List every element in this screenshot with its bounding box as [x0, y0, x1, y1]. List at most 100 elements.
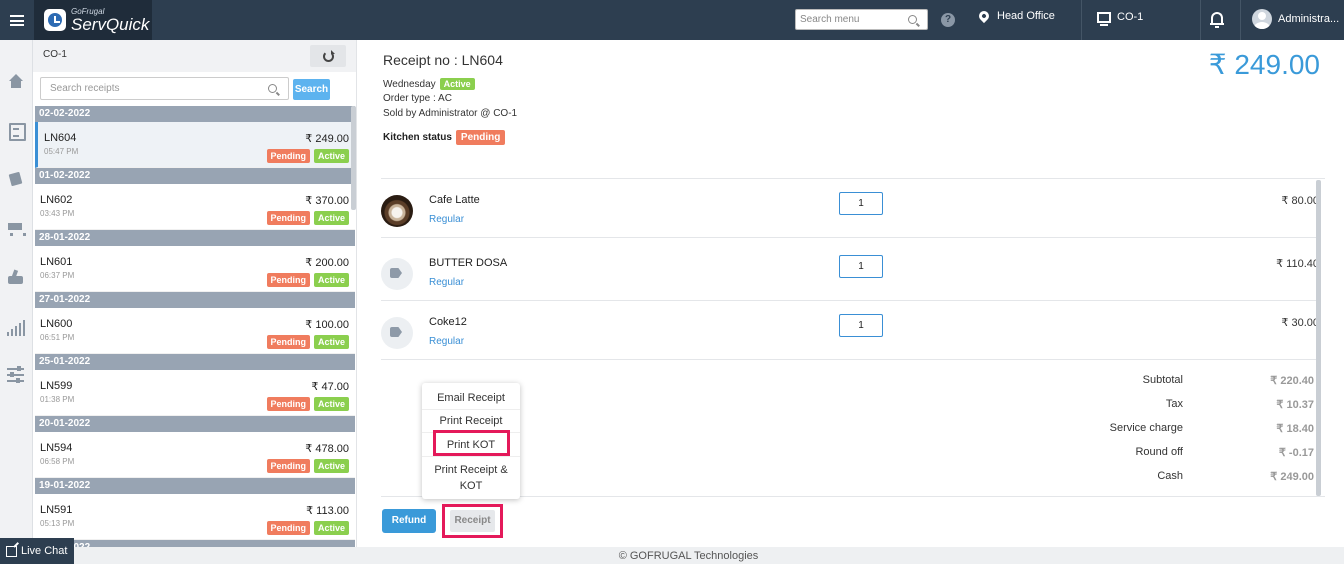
receipt-amount: ₹ 47.00 — [311, 381, 349, 393]
kitchen-status-badge: Pending — [266, 149, 310, 163]
menu-icon[interactable] — [0, 0, 33, 40]
receipt-detail: Receipt no : LN604 Wednesday Active Order… — [357, 40, 1344, 547]
item-variant[interactable]: Regular — [429, 214, 464, 225]
quantity-field[interactable]: 1 — [839, 255, 883, 278]
help-icon[interactable]: ? — [941, 13, 955, 27]
external-link-icon — [6, 545, 17, 557]
date-header: 20-01-2022 — [35, 416, 355, 432]
status-badge: Active — [313, 335, 349, 349]
sliders-icon[interactable] — [7, 366, 25, 384]
live-chat-label: Live Chat — [21, 545, 68, 557]
list-item[interactable]: LN599 01:38 PM ₹ 47.00 Pending Active — [35, 370, 355, 416]
receipt-search-input[interactable] — [41, 83, 266, 94]
search-icon[interactable] — [268, 84, 277, 93]
refund-button[interactable]: Refund — [382, 509, 436, 533]
item-variant[interactable]: Regular — [429, 277, 464, 288]
receipt-search-box[interactable] — [40, 77, 289, 100]
receipt-time: 05:13 PM — [40, 519, 75, 528]
search-menu-input[interactable] — [796, 14, 906, 25]
counter-selector[interactable]: CO-1 — [1097, 11, 1144, 26]
receipt-number: LN601 — [40, 256, 73, 268]
kitchen-status-badge: Pending — [266, 521, 310, 535]
receipts-panel: CO-1 Search 02-02-2022 LN604 05:47 PM ₹ … — [33, 40, 357, 547]
receipt-day-line: Wednesday Active — [383, 78, 475, 90]
date-header: 27-01-2022 — [35, 292, 355, 308]
status-badge: Active — [439, 78, 475, 90]
item-variant[interactable]: Regular — [429, 336, 464, 347]
line-item: Cafe Latte Regular 1 ₹ 80.00 — [381, 179, 1319, 238]
list-item[interactable]: LN602 03:43 PM ₹ 370.00 Pending Active — [35, 184, 355, 230]
email-receipt-option[interactable]: Email Receipt — [422, 392, 520, 404]
line-item: BUTTER DOSA Regular 1 ₹ 110.40 — [381, 242, 1319, 301]
date-header: 19-01-2022 — [35, 478, 355, 494]
summary-label: Round off — [1135, 446, 1183, 458]
print-kot-highlight — [433, 430, 510, 456]
item-price: ₹ 30.00 — [1281, 317, 1319, 329]
refresh-button[interactable] — [310, 45, 346, 67]
kitchen-status-badge: Pending — [455, 130, 506, 145]
receipt-total: ₹ 249.00 — [1208, 49, 1320, 80]
brand-name: ServQuick — [71, 14, 150, 34]
status-badge: Active — [313, 397, 349, 411]
list-scrollbar[interactable] — [351, 106, 356, 210]
receipt-time: 06:58 PM — [40, 457, 75, 466]
summary-value: ₹ 10.37 — [1276, 399, 1314, 411]
summary-label: Service charge — [1109, 422, 1183, 434]
counter-name: CO-1 — [1117, 11, 1144, 23]
receipt-time: 06:51 PM — [40, 333, 75, 342]
status-badge: Active — [313, 459, 349, 473]
bar-chart-icon[interactable] — [7, 318, 25, 336]
list-item[interactable]: LN591 05:13 PM ₹ 113.00 Pending Active — [35, 494, 355, 540]
receipt-number: LN591 — [40, 504, 73, 516]
kitchen-status-label: Kitchen status — [383, 132, 452, 143]
cart-icon[interactable] — [7, 220, 26, 238]
receipt-number: LN599 — [40, 380, 73, 392]
shopping-bag-icon[interactable] — [7, 170, 25, 188]
receipt-search-button[interactable]: Search — [293, 79, 330, 100]
order-type: Order type : AC — [383, 93, 452, 104]
home-icon[interactable] — [7, 74, 25, 92]
receipt-amount: ₹ 100.00 — [305, 319, 349, 331]
receipt-options-menu: Email Receipt Print Receipt Print KOT Pr… — [422, 383, 520, 499]
list-item[interactable]: LN600 06:51 PM ₹ 100.00 Pending Active — [35, 308, 355, 354]
user-menu[interactable]: Administra... — [1252, 9, 1339, 29]
hand-icon[interactable] — [7, 268, 25, 286]
location-selector[interactable]: Head Office — [976, 8, 1055, 24]
sold-by: Sold by Administrator @ CO-1 — [383, 108, 518, 119]
kitchen-status-badge: Pending — [266, 273, 310, 287]
brand-logo[interactable]: GoFrugal ServQuick — [34, 0, 152, 40]
list-item[interactable]: LN594 06:58 PM ₹ 478.00 Pending Active — [35, 432, 355, 478]
print-receipt-option[interactable]: Print Receipt — [422, 415, 520, 427]
notification-bell-icon[interactable] — [1210, 12, 1224, 28]
summary-value: ₹ 249.00 — [1270, 471, 1314, 483]
user-name: Administra... — [1278, 13, 1340, 25]
status-badge: Active — [313, 273, 349, 287]
quantity-field[interactable]: 1 — [839, 314, 883, 337]
detail-scrollbar[interactable] — [1316, 180, 1321, 496]
quantity-field[interactable]: 1 — [839, 192, 883, 215]
kitchen-status-badge: Pending — [266, 397, 310, 411]
summary-label: Subtotal — [1142, 374, 1183, 386]
receipt-time: 01:38 PM — [40, 395, 75, 404]
receipt-icon[interactable] — [7, 122, 26, 141]
panel-counter-name: CO-1 — [43, 49, 67, 60]
receipt-list: 02-02-2022 LN604 05:47 PM ₹ 249.00 Pendi… — [35, 106, 355, 547]
left-nav — [0, 40, 33, 564]
print-receipt-and-kot-option[interactable]: Print Receipt & KOT — [422, 462, 520, 494]
date-header: 01-02-2022 — [35, 168, 355, 184]
list-item[interactable]: LN601 06:37 PM ₹ 200.00 Pending Active — [35, 246, 355, 292]
receipt-time: 05:47 PM — [44, 147, 79, 156]
live-chat-button[interactable]: Live Chat — [0, 538, 74, 564]
status-badge: Active — [313, 149, 349, 163]
search-icon[interactable] — [908, 15, 917, 24]
receipt-amount: ₹ 370.00 — [305, 195, 349, 207]
list-item[interactable]: LN604 05:47 PM ₹ 249.00 Pending Active — [35, 122, 355, 168]
servquick-logo-icon — [44, 9, 66, 31]
search-menu-box[interactable] — [795, 9, 928, 30]
receipt-title: Receipt no : LN604 — [383, 52, 503, 68]
date-header: 25-01-2022 — [35, 354, 355, 370]
item-name: Coke12 — [429, 316, 467, 328]
receipt-button[interactable]: Receipt — [450, 510, 495, 532]
item-name: BUTTER DOSA — [429, 257, 508, 269]
summary-value: ₹ -0.17 — [1278, 447, 1314, 459]
